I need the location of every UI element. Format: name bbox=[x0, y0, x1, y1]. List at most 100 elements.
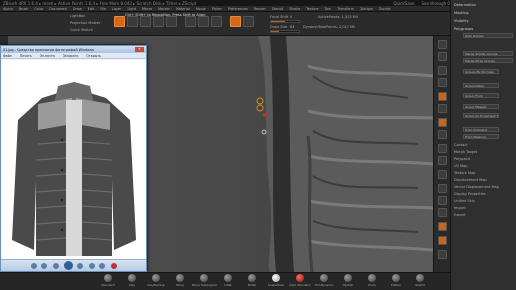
palette-polypaint[interactable]: Polypaint bbox=[454, 157, 470, 161]
menu-tool[interactable]: Tool bbox=[325, 7, 332, 11]
scroll-button[interactable] bbox=[438, 66, 447, 75]
projection-master-button[interactable]: Projection Master bbox=[70, 21, 100, 25]
scale-button[interactable] bbox=[153, 16, 164, 27]
merge-stray-groups-button[interactable]: Merge Stray Groups bbox=[463, 58, 513, 63]
palette-unified-skin[interactable]: Unified Skin bbox=[454, 199, 475, 203]
draw-size-slider[interactable] bbox=[270, 30, 300, 33]
dynamic-toggle[interactable]: Dynamic bbox=[303, 25, 318, 29]
menu-movie[interactable]: Movie bbox=[196, 7, 206, 11]
brush-polish[interactable]: Polish bbox=[240, 274, 264, 287]
palette-polygroups[interactable]: Polygroups bbox=[454, 27, 473, 31]
menu-texture[interactable]: Texture bbox=[306, 7, 318, 11]
zsub-button[interactable] bbox=[243, 16, 254, 27]
move-view-button[interactable] bbox=[438, 196, 447, 205]
group-visible-button[interactable]: GroupVisible bbox=[463, 83, 499, 88]
menu-color[interactable]: Color bbox=[34, 7, 43, 11]
persp-button[interactable] bbox=[438, 118, 447, 127]
pv-menu-print[interactable]: Печать bbox=[20, 54, 32, 58]
pv-menu-email[interactable]: Эл.почта bbox=[40, 54, 55, 58]
palette-contact[interactable]: Contact bbox=[454, 143, 468, 147]
menu-stroke[interactable]: Stroke bbox=[289, 7, 300, 11]
brush-move[interactable]: Move bbox=[168, 274, 192, 287]
group-as-dynamesh-sub-button[interactable]: Group As Dynamesh Sub bbox=[463, 113, 499, 118]
menu-marker[interactable]: Marker bbox=[158, 7, 170, 11]
delete-icon[interactable] bbox=[111, 263, 117, 269]
menu-preferences[interactable]: Preferences bbox=[228, 7, 248, 11]
menu-picker[interactable]: Picker bbox=[212, 7, 222, 11]
brush-pinch[interactable]: Pinch bbox=[360, 274, 384, 287]
palette-import[interactable]: Import bbox=[454, 206, 466, 210]
brush-inflat[interactable]: Inflat bbox=[216, 274, 240, 287]
scale-view-button[interactable] bbox=[438, 208, 447, 217]
brush-trimdynamic[interactable]: TrimDynamic bbox=[312, 274, 336, 287]
palette-masking[interactable]: Masking bbox=[454, 11, 468, 15]
transp-button[interactable] bbox=[438, 236, 447, 245]
aahalf-button[interactable] bbox=[438, 104, 447, 113]
rotate-left-icon[interactable] bbox=[89, 263, 95, 269]
palette-export[interactable]: Export bbox=[454, 213, 465, 217]
brush-hpolish[interactable]: Hpolish bbox=[336, 274, 360, 287]
palette-vector-displacement-map[interactable]: Vector Displacement Map bbox=[454, 185, 499, 189]
menu-brush[interactable]: Brush bbox=[19, 7, 29, 11]
group-front-button[interactable]: Group Front bbox=[463, 93, 499, 98]
brush-standard[interactable]: Standard bbox=[96, 274, 120, 287]
zoom-button[interactable] bbox=[438, 78, 447, 87]
palette-display-properties[interactable]: Display Properties bbox=[454, 192, 486, 196]
spix-button[interactable] bbox=[438, 52, 447, 61]
solo-button[interactable] bbox=[438, 250, 447, 259]
menu-zscript[interactable]: Zscript bbox=[379, 7, 391, 11]
from-polypaint-button[interactable]: From Polypaint bbox=[463, 127, 499, 132]
menu-edit[interactable]: Edit bbox=[88, 7, 95, 11]
merge-similar-groups-button[interactable]: Merge Similar Groups bbox=[463, 51, 513, 56]
photo-viewer-window[interactable]: 01.jpg - Средство просмотра фотографий W… bbox=[0, 45, 147, 272]
groups-by-normals-button[interactable]: Groups By Normals bbox=[463, 69, 499, 74]
rotate-right-icon[interactable] bbox=[99, 263, 105, 269]
menu-draw[interactable]: Draw bbox=[73, 7, 82, 11]
palette-uv-map[interactable]: UV Map bbox=[454, 164, 467, 168]
auto-groups-button[interactable]: Auto Groups bbox=[463, 33, 513, 38]
see-through-control[interactable]: See-through 0 bbox=[422, 1, 450, 6]
next-icon[interactable] bbox=[77, 263, 83, 269]
palette-texture-map[interactable]: Texture Map bbox=[454, 171, 475, 175]
brush-claybuildup[interactable]: ClayBuildup bbox=[144, 274, 168, 287]
menu-layer[interactable]: Layer bbox=[112, 7, 121, 11]
slideshow-icon[interactable] bbox=[64, 261, 73, 270]
edit-button[interactable] bbox=[114, 16, 125, 27]
brush-flatten[interactable]: Flatten bbox=[384, 274, 408, 287]
focal-shift-slider[interactable] bbox=[270, 20, 300, 23]
zadd-button[interactable] bbox=[230, 16, 241, 27]
menu-alpha[interactable]: Alpha bbox=[3, 7, 13, 11]
menu-zplugin[interactable]: Zplugin bbox=[360, 7, 373, 11]
previous-icon[interactable] bbox=[53, 263, 59, 269]
rotate-button[interactable] bbox=[166, 16, 177, 27]
brush-clay[interactable]: Clay bbox=[120, 274, 144, 287]
frame-button[interactable] bbox=[438, 184, 447, 193]
menu-light[interactable]: Light bbox=[127, 7, 135, 11]
palette-visibility[interactable]: Visibility bbox=[454, 19, 469, 23]
pv-menu-file[interactable]: Файл bbox=[3, 54, 12, 58]
polyf-button[interactable] bbox=[438, 222, 447, 231]
lsym-button[interactable] bbox=[438, 156, 447, 165]
menu-macro[interactable]: Macro bbox=[142, 7, 152, 11]
palette-morph-target[interactable]: Morph Target bbox=[454, 150, 477, 154]
palette-displacement-map[interactable]: Displacement Map bbox=[454, 178, 487, 182]
brush-dam-standard[interactable]: Dam Standard bbox=[288, 274, 312, 287]
actual-button[interactable] bbox=[438, 92, 447, 101]
bpr-button[interactable] bbox=[438, 40, 447, 49]
fit-icon[interactable] bbox=[41, 263, 47, 269]
pv-menu-burn[interactable]: Записать bbox=[63, 54, 79, 58]
brush-slash3[interactable]: Slash3 bbox=[408, 274, 432, 287]
pv-menu-open[interactable]: Открыть bbox=[86, 54, 101, 58]
menu-file[interactable]: File bbox=[100, 7, 106, 11]
menu-transform[interactable]: Transform bbox=[337, 7, 354, 11]
quicksave-button[interactable]: QuickSave bbox=[393, 1, 414, 6]
palette-deformation[interactable]: Deformation bbox=[454, 3, 476, 7]
group-masked-button[interactable]: Group Masked bbox=[463, 104, 499, 109]
rgb-button[interactable] bbox=[198, 16, 209, 27]
lightbox-button[interactable]: LightBox bbox=[70, 14, 85, 18]
local-button[interactable] bbox=[438, 144, 447, 153]
mrgb-button[interactable] bbox=[185, 16, 196, 27]
menu-stencil[interactable]: Stencil bbox=[272, 7, 283, 11]
brush-move-topological[interactable]: Move Topological bbox=[192, 274, 217, 287]
close-icon[interactable]: ✕ bbox=[135, 47, 144, 52]
